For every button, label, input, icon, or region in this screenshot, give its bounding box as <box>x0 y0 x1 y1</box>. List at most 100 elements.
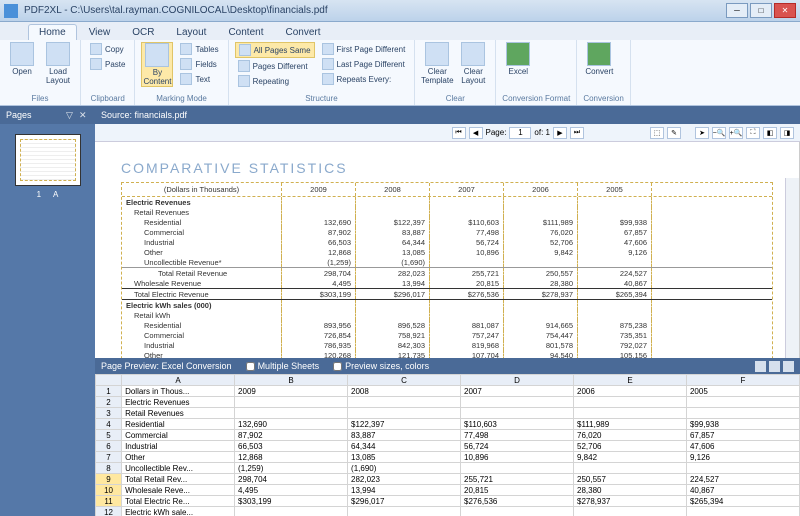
open-button[interactable]: Open <box>6 42 38 76</box>
sidebar-header: Pages ▽✕ <box>0 106 95 124</box>
col-header[interactable]: A <box>122 375 235 386</box>
ribbon: Open Load Layout Files Copy Paste Clipbo… <box>0 40 800 106</box>
load-layout-button[interactable]: Load Layout <box>42 42 74 85</box>
repeating-button[interactable]: Repeating <box>235 74 315 88</box>
sidebar-title: Pages <box>6 110 32 120</box>
pointer-button[interactable]: ➤ <box>695 127 709 139</box>
tool-button[interactable]: ⬚ <box>650 127 664 139</box>
ribbon-group-clear: Clear Template Clear Layout Clear <box>415 40 496 105</box>
window-title: PDF2XL - C:\Users\tal.rayman.COGNILOCAL\… <box>24 5 726 16</box>
col-header[interactable]: E <box>574 375 687 386</box>
table-row: Other12,86813,08510,8969,8429,126 <box>122 247 772 257</box>
tool-button[interactable]: ◨ <box>780 127 794 139</box>
first-page-diff-button[interactable]: First Page Different <box>319 42 409 56</box>
excel-icon <box>506 42 530 66</box>
thumb-letter: A <box>53 190 58 199</box>
doc-title: COMPARATIVE STATISTICS <box>121 160 773 176</box>
preview-sizes-checkbox[interactable]: Preview sizes, colors <box>333 361 429 371</box>
sheet-row[interactable]: 10Wholesale Reve...4,49513,99420,81528,3… <box>96 485 800 496</box>
multiple-sheets-checkbox[interactable]: Multiple Sheets <box>246 361 320 371</box>
preview-tool-icon[interactable] <box>755 361 766 372</box>
table-row: Total Electric Revenue$303,199$296,017$2… <box>122 288 772 300</box>
tables-button[interactable]: Tables <box>177 42 221 56</box>
pages-different-button[interactable]: Pages Different <box>235 59 315 73</box>
menu-tab-home[interactable]: Home <box>28 24 77 40</box>
by-content-button[interactable]: By Content <box>141 42 173 87</box>
group-label: Clear <box>421 94 489 103</box>
menu-tab-layout[interactable]: Layout <box>166 25 216 40</box>
page-input[interactable] <box>509 127 531 139</box>
close-panel-icon[interactable]: ✕ <box>79 110 89 120</box>
filter-icon[interactable]: ▽ <box>66 110 76 120</box>
all-pages-same-button[interactable]: All Pages Same <box>235 42 315 58</box>
tool-button[interactable]: ✎ <box>667 127 681 139</box>
preview-tool-icon[interactable] <box>769 361 780 372</box>
excel-preview[interactable]: ABCDEF1Dollars in Thous...20092008200720… <box>95 374 800 516</box>
fit-button[interactable]: ⛶ <box>746 127 760 139</box>
paste-button[interactable]: Paste <box>87 57 128 71</box>
group-label: Files <box>6 94 74 103</box>
sheet-row[interactable]: 4Residential132,690$122,397$110,603$111,… <box>96 419 800 430</box>
maximize-button[interactable]: □ <box>750 3 772 18</box>
ribbon-group-files: Open Load Layout Files <box>0 40 81 105</box>
vertical-scrollbar[interactable] <box>785 178 799 358</box>
copy-icon <box>90 43 102 55</box>
col-header[interactable]: D <box>461 375 574 386</box>
repeats-every-button[interactable]: Repeats Every: <box>319 72 409 86</box>
page-thumbnail[interactable] <box>15 134 81 186</box>
clear-template-button[interactable]: Clear Template <box>421 42 453 85</box>
sheet-row[interactable]: 12Electric kWh sale... <box>96 507 800 516</box>
sheet-row[interactable]: 6Industrial66,50364,34456,72452,70647,60… <box>96 441 800 452</box>
text-button[interactable]: Text <box>177 72 221 86</box>
first-page-icon <box>322 43 334 55</box>
workspace: Pages ▽✕ 1A Source: financials.pdf ⏮ ◀ P… <box>0 106 800 516</box>
sheet-row[interactable]: 11Total Electric Re...$303,199$296,017$2… <box>96 496 800 507</box>
menu-bar: HomeViewOCRLayoutContentConvert <box>0 22 800 40</box>
table-row: Commercial726,854758,921757,247754,44773… <box>122 330 772 340</box>
zoom-out-button[interactable]: −🔍 <box>712 127 726 139</box>
group-label: Structure <box>235 94 409 103</box>
sheet-row[interactable]: 1Dollars in Thous...20092008200720062005 <box>96 386 800 397</box>
menu-tab-content[interactable]: Content <box>218 25 273 40</box>
clear-template-icon <box>425 42 449 66</box>
sheet-row[interactable]: 5Commercial87,90283,88777,49876,02067,85… <box>96 430 800 441</box>
sheet-row[interactable]: 9Total Retail Rev...298,704282,023255,72… <box>96 474 800 485</box>
col-header[interactable]: B <box>235 375 348 386</box>
last-page-diff-button[interactable]: Last Page Different <box>319 57 409 71</box>
nav-prev-button[interactable]: ◀ <box>469 127 483 139</box>
menu-tab-view[interactable]: View <box>79 25 121 40</box>
sheet-row[interactable]: 8Uncollectible Rev...(1,259)(1,690) <box>96 463 800 474</box>
clear-layout-button[interactable]: Clear Layout <box>457 42 489 85</box>
nav-first-button[interactable]: ⏮ <box>452 127 466 139</box>
document-area[interactable]: COMPARATIVE STATISTICS (Dollars in Thous… <box>95 142 800 358</box>
col-header[interactable]: F <box>686 375 799 386</box>
minimize-button[interactable]: ─ <box>726 3 748 18</box>
paste-icon <box>90 58 102 70</box>
table-row: (Dollars in Thousands)200920082007200620… <box>122 183 772 197</box>
col-header[interactable]: C <box>348 375 461 386</box>
nav-bar: ⏮ ◀ Page: of: 1 ▶ ⏭ ⬚ ✎ ➤ −🔍 +🔍 ⛶ ◧ ◨ <box>95 124 800 142</box>
zoom-in-button[interactable]: +🔍 <box>729 127 743 139</box>
open-icon <box>10 42 34 66</box>
ribbon-group-conversion-format: Excel Conversion Format <box>496 40 577 105</box>
sheet-row[interactable]: 3Retail Revenues <box>96 408 800 419</box>
sheet-row[interactable]: 7Other12,86813,08510,8969,8429,126 <box>96 452 800 463</box>
title-bar: PDF2XL - C:\Users\tal.rayman.COGNILOCAL\… <box>0 0 800 22</box>
pages-sidebar: Pages ▽✕ 1A <box>0 106 95 516</box>
fields-button[interactable]: Fields <box>177 57 221 71</box>
preview-close-icon[interactable] <box>783 361 794 372</box>
nav-next-button[interactable]: ▶ <box>553 127 567 139</box>
group-label: Marking Mode <box>141 94 221 103</box>
menu-tab-convert[interactable]: Convert <box>275 25 330 40</box>
convert-button[interactable]: Convert <box>583 42 615 76</box>
main-panel: Source: financials.pdf ⏮ ◀ Page: of: 1 ▶… <box>95 106 800 516</box>
close-button[interactable]: ✕ <box>774 3 796 18</box>
tool-button[interactable]: ◧ <box>763 127 777 139</box>
excel-format-button[interactable]: Excel <box>502 42 534 76</box>
menu-tab-ocr[interactable]: OCR <box>122 25 164 40</box>
page-of: of: 1 <box>534 128 550 137</box>
sheet-row[interactable]: 2Electric Revenues <box>96 397 800 408</box>
load-layout-icon <box>46 42 70 66</box>
nav-last-button[interactable]: ⏭ <box>570 127 584 139</box>
copy-button[interactable]: Copy <box>87 42 128 56</box>
